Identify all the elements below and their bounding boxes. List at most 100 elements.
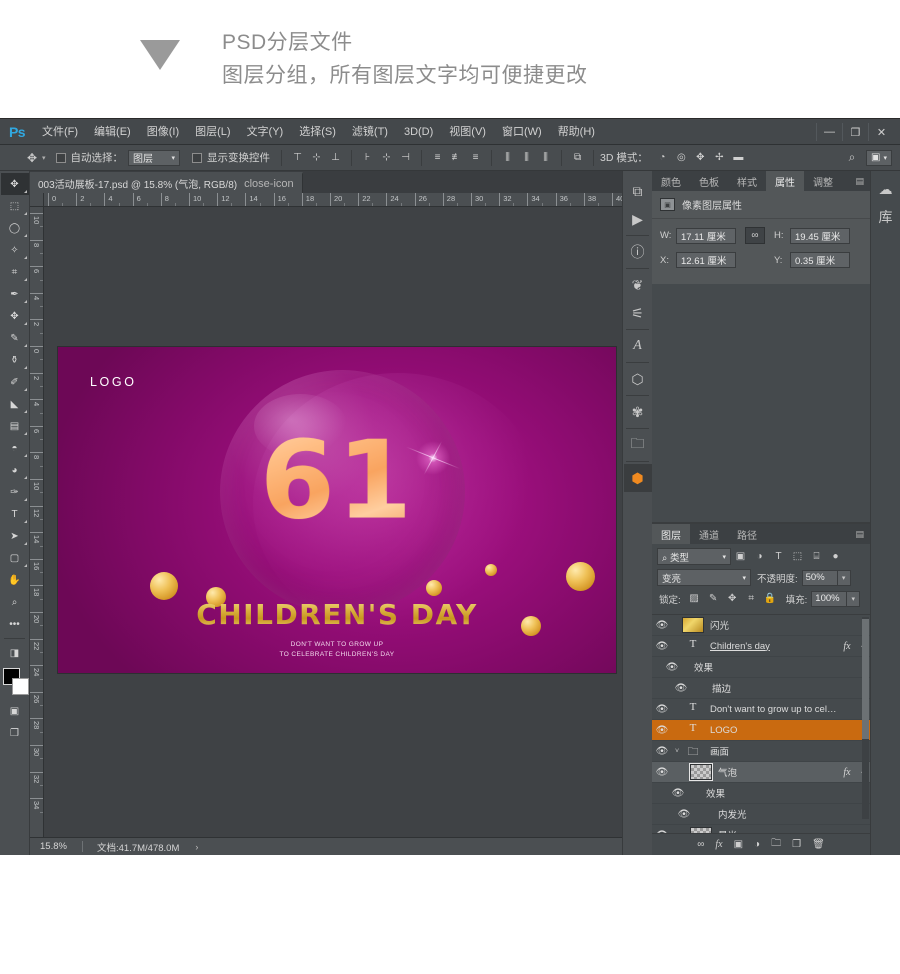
menu-item-image[interactable]: 图像(I) bbox=[139, 119, 187, 145]
tab-adjustments[interactable]: 调整 bbox=[804, 171, 842, 191]
menu-item-edit[interactable]: 编辑(E) bbox=[86, 119, 139, 145]
table-row[interactable]: 👁 T Don't want to grow up to celebr... bbox=[652, 699, 870, 720]
layer-mask-icon[interactable]: ▣ bbox=[734, 839, 743, 850]
distribute-bottom-icon[interactable]: ≡ bbox=[466, 149, 485, 167]
type-tool[interactable]: T bbox=[1, 503, 29, 525]
smart-object-filter-icon[interactable]: ⌸ bbox=[807, 548, 826, 565]
zoom-level[interactable]: 15.8% bbox=[30, 841, 82, 852]
auto-align-icon[interactable]: ⧉ bbox=[568, 149, 587, 167]
more-tools-button[interactable]: ••• bbox=[1, 613, 29, 635]
workspace-switcher-button[interactable]: ▣ ▾ bbox=[866, 149, 892, 166]
align-bottom-icon[interactable]: ⊥ bbox=[326, 149, 345, 167]
color-swatches[interactable] bbox=[1, 668, 29, 698]
gradient-tool[interactable]: ▤ bbox=[1, 415, 29, 437]
opacity-chevron-icon[interactable]: ▾ bbox=[837, 569, 851, 586]
distribute-left-icon[interactable]: ⫼ bbox=[498, 149, 517, 167]
fill-input[interactable]: 100% bbox=[811, 590, 848, 607]
distribute-middle-icon[interactable]: ≢ bbox=[447, 149, 466, 167]
eye-icon[interactable]: 👁 bbox=[652, 641, 672, 652]
distribute-top-icon[interactable]: ≡ bbox=[428, 149, 447, 167]
align-horizontal-center-icon[interactable]: ⊹ bbox=[377, 149, 396, 167]
distribute-center-icon[interactable]: ⫼ bbox=[517, 149, 536, 167]
align-top-icon[interactable]: ⊤ bbox=[288, 149, 307, 167]
paths-icon[interactable]: ✾ bbox=[624, 398, 652, 426]
layer-thumbnail[interactable] bbox=[682, 617, 704, 633]
shape-tool[interactable]: ▢ bbox=[1, 547, 29, 569]
tab-paths[interactable]: 路径 bbox=[728, 524, 766, 544]
layer-list[interactable]: 👁 闪光 👁 T Children's day fx 👁 效果 👁 描边 👁 T… bbox=[652, 614, 870, 833]
eye-icon[interactable]: 👁 bbox=[652, 809, 716, 820]
screen-mode-icon[interactable]: ❐ bbox=[1, 722, 29, 744]
pen-tool[interactable]: ✑ bbox=[1, 481, 29, 503]
tab-swatches[interactable]: 色板 bbox=[690, 171, 728, 191]
table-row[interactable]: 👁 效果 bbox=[652, 657, 870, 678]
shape-filter-icon[interactable]: ⬚ bbox=[788, 548, 807, 565]
adjustments-icon[interactable]: ⚟ bbox=[624, 299, 652, 327]
auto-select-dropdown[interactable]: 图层 ▾ bbox=[128, 149, 181, 166]
minimize-button[interactable]: — bbox=[816, 123, 842, 141]
canvas-viewport[interactable]: LOGO 61 CHILDREN'S DAY DON'T WANT TO GRO… bbox=[44, 207, 622, 837]
tab-channels[interactable]: 通道 bbox=[690, 524, 728, 544]
eye-icon[interactable]: 👁 bbox=[652, 620, 672, 631]
eye-icon[interactable]: 👁 bbox=[652, 746, 672, 757]
eye-icon[interactable]: 👁 bbox=[652, 767, 672, 778]
tab-properties[interactable]: 属性 bbox=[766, 171, 804, 191]
menu-item-type[interactable]: 文字(Y) bbox=[239, 119, 292, 145]
type-filter-icon[interactable]: T bbox=[769, 548, 788, 565]
eye-icon[interactable]: 👁 bbox=[652, 788, 704, 799]
lock-transparent-icon[interactable]: ▨ bbox=[685, 590, 704, 607]
pan-3d-icon[interactable]: ✥ bbox=[691, 149, 710, 167]
play-icon[interactable]: ▶ bbox=[624, 205, 652, 233]
menu-item-layer[interactable]: 图层(L) bbox=[187, 119, 238, 145]
move-tool-icon[interactable]: ✥ bbox=[22, 148, 42, 168]
layer-thumbnail[interactable] bbox=[689, 763, 713, 781]
3d-scene-icon[interactable]: ⧉ bbox=[624, 177, 652, 205]
document-tab[interactable]: 003活动展板-17.psd @ 15.8% (气泡, RGB/8) close… bbox=[30, 172, 303, 193]
new-group-icon[interactable]: 🗀 bbox=[771, 836, 781, 853]
background-color-swatch[interactable] bbox=[11, 678, 29, 695]
libraries-label[interactable]: 库 bbox=[872, 203, 900, 231]
eye-icon[interactable]: 👁 bbox=[652, 683, 710, 694]
table-row[interactable]: 👁 星光 bbox=[652, 825, 870, 833]
table-row[interactable]: 👁 内发光 bbox=[652, 804, 870, 825]
layers-scrollbar[interactable] bbox=[862, 617, 869, 819]
auto-select-checkbox[interactable] bbox=[55, 152, 66, 163]
character-icon[interactable]: A bbox=[624, 332, 652, 360]
delete-layer-icon[interactable]: 🗑 bbox=[812, 839, 825, 850]
opacity-input[interactable]: 50% bbox=[801, 569, 838, 586]
menu-item-filter[interactable]: 滤镜(T) bbox=[344, 119, 396, 145]
menu-item-window[interactable]: 窗口(W) bbox=[494, 119, 550, 145]
eraser-tool[interactable]: ◣ bbox=[1, 393, 29, 415]
menu-item-3d[interactable]: 3D(D) bbox=[396, 119, 441, 145]
layer-fx-icon[interactable]: fx bbox=[838, 641, 856, 652]
zoom-tool[interactable]: ⌕ bbox=[1, 591, 29, 613]
tab-color[interactable]: 颜色 bbox=[652, 171, 690, 191]
table-row[interactable]: 👁 效果 bbox=[652, 783, 870, 804]
search-icon[interactable]: ⌕ bbox=[842, 148, 862, 168]
info-icon[interactable]: ⓘ bbox=[624, 238, 652, 266]
dodge-tool[interactable]: ◕ bbox=[1, 459, 29, 481]
layer-style-icon[interactable]: fx bbox=[715, 839, 722, 850]
table-row[interactable]: 👁 闪光 bbox=[652, 615, 870, 636]
status-expand-icon[interactable]: › bbox=[195, 842, 198, 852]
link-layers-icon[interactable]: ∞ bbox=[697, 839, 704, 850]
table-row[interactable]: 👁 描边 bbox=[652, 678, 870, 699]
tab-layers[interactable]: 图层 bbox=[652, 524, 690, 544]
show-transform-checkbox[interactable] bbox=[192, 152, 203, 163]
filter-toggle-icon[interactable]: ● bbox=[826, 548, 845, 565]
tab-styles[interactable]: 样式 bbox=[728, 171, 766, 191]
eye-icon[interactable]: 👁 bbox=[652, 725, 672, 736]
default-colors-icon[interactable]: ◨ bbox=[1, 642, 29, 664]
adjustment-layer-icon[interactable]: ◑ bbox=[754, 839, 760, 850]
3d-box-icon[interactable]: ⬡ bbox=[624, 365, 652, 393]
menu-item-view[interactable]: 视图(V) bbox=[441, 119, 494, 145]
table-row[interactable]: 👁 T LOGO bbox=[652, 720, 870, 741]
chevron-down-icon[interactable]: ˅ bbox=[672, 748, 682, 755]
table-row[interactable]: 👁 气泡 fx ˄ bbox=[652, 762, 870, 783]
panel-menu-icon[interactable]: ▤ bbox=[855, 529, 864, 540]
x-input[interactable]: 12.61 厘米 bbox=[676, 252, 736, 268]
artboard[interactable]: LOGO 61 CHILDREN'S DAY DON'T WANT TO GRO… bbox=[58, 347, 616, 673]
crop-tool[interactable]: ⌗ bbox=[1, 261, 29, 283]
menu-item-select[interactable]: 选择(S) bbox=[291, 119, 344, 145]
pixel-filter-icon[interactable]: ▣ bbox=[731, 548, 750, 565]
